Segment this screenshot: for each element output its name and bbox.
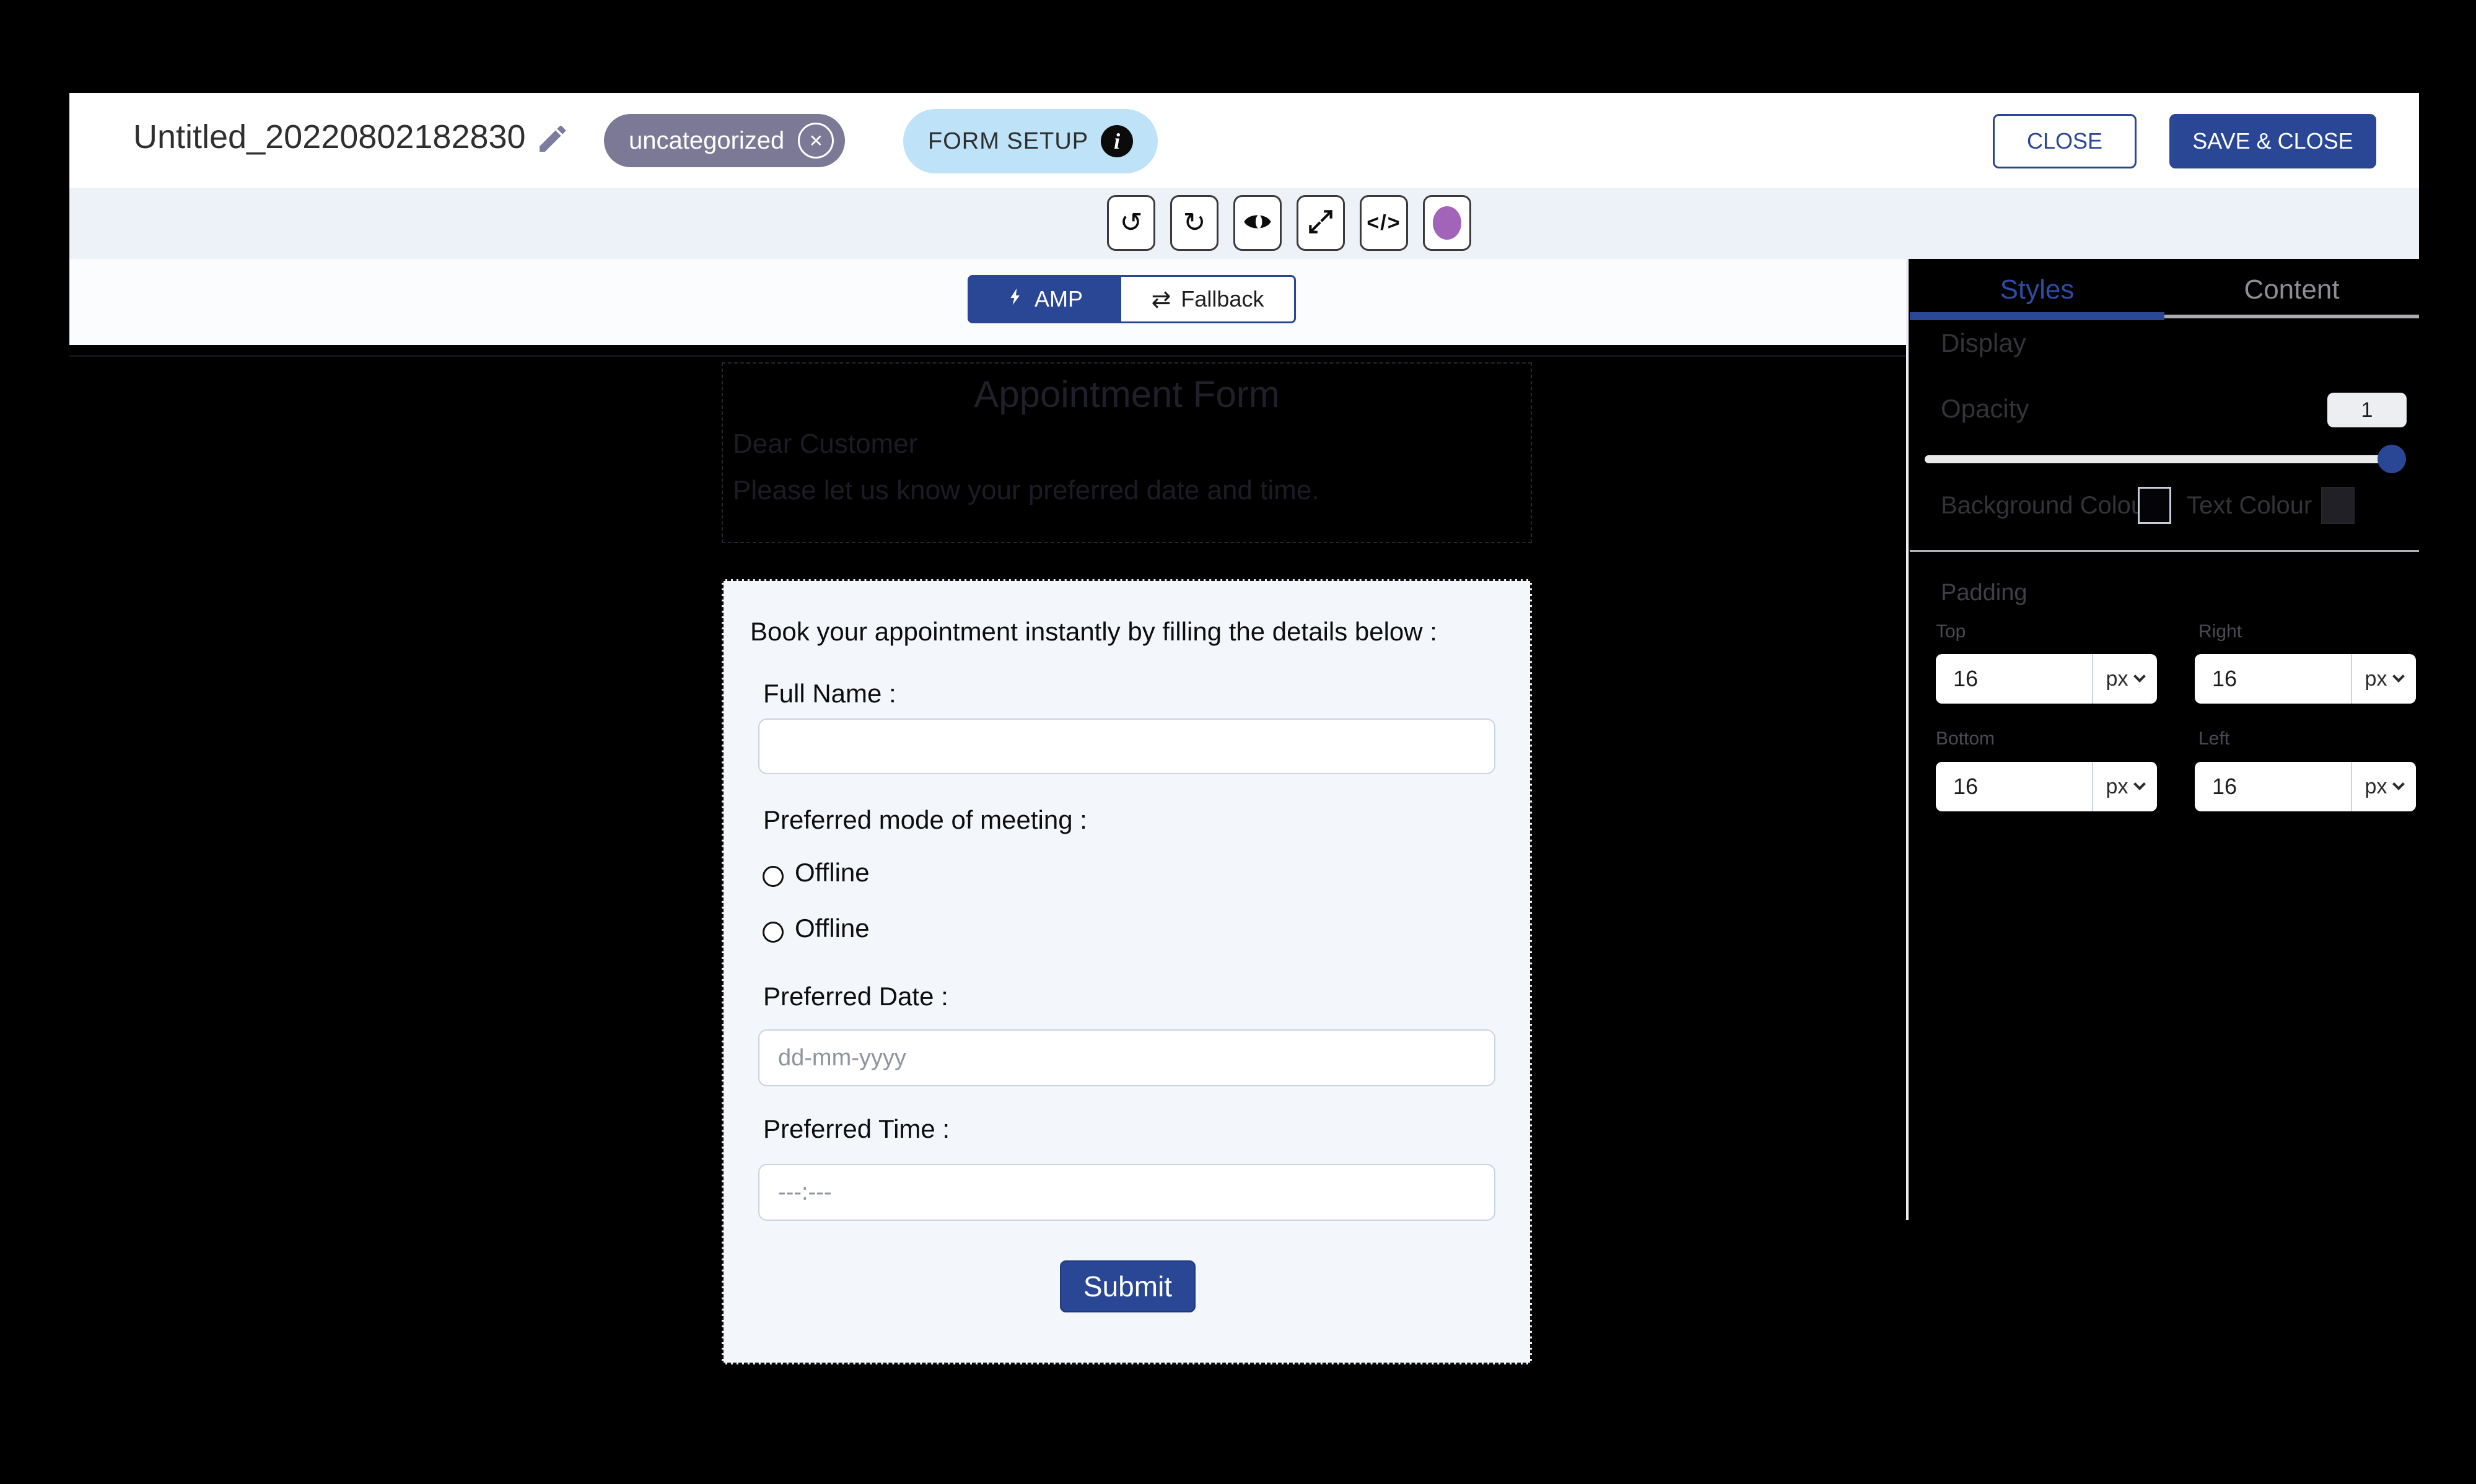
amp-fallback-toggle: AMP ⇄ Fallback xyxy=(968,275,1296,323)
preferred-date-label: Preferred Date : xyxy=(763,982,948,1011)
save-and-close-button[interactable]: SAVE & CLOSE xyxy=(2169,114,2376,168)
display-heading: Display xyxy=(1941,328,2026,358)
contrast-eye-icon xyxy=(1241,206,1274,241)
padding-right-field[interactable]: 16 px xyxy=(2195,654,2416,704)
preferred-time-label: Preferred Time : xyxy=(763,1114,950,1144)
mode-switch-row: AMP ⇄ Fallback xyxy=(69,259,1906,345)
padding-bottom-unit-dropdown[interactable]: px xyxy=(2092,762,2157,811)
canvas-top-border xyxy=(69,355,1906,357)
expand-arrows-icon xyxy=(1305,206,1336,240)
inactive-tab-underline xyxy=(2164,315,2419,318)
radio-offline-1-label: Offline xyxy=(795,858,870,888)
undo-button[interactable]: ↺ xyxy=(1107,195,1155,251)
info-icon: i xyxy=(1101,125,1133,157)
opacity-slider-knob[interactable] xyxy=(2378,445,2406,473)
padding-top-field[interactable]: 16 px xyxy=(1936,654,2157,704)
preview-contrast-button[interactable] xyxy=(1233,195,1282,251)
tab-fallback[interactable]: ⇄ Fallback xyxy=(1121,275,1296,323)
edit-title-icon[interactable] xyxy=(535,121,570,156)
padding-left-unit-dropdown[interactable]: px xyxy=(2351,762,2416,811)
padding-left-label: Left xyxy=(2198,728,2229,749)
email-subtext: Please let us know your preferred date a… xyxy=(733,475,1319,506)
app-window: Untitled_20220802182830 uncategorized ✕ … xyxy=(0,0,2476,1484)
amp-tab-label: AMP xyxy=(1035,286,1083,312)
theme-color-button[interactable] xyxy=(1423,195,1471,251)
opacity-value-box[interactable]: 1 xyxy=(2327,393,2407,427)
padding-right-value[interactable]: 16 xyxy=(2195,666,2351,692)
padding-left-field[interactable]: 16 px xyxy=(2195,762,2416,811)
background-colour-swatch[interactable] xyxy=(2138,487,2171,524)
document-title: Untitled_20220802182830 xyxy=(133,118,526,156)
view-code-button[interactable]: </> xyxy=(1360,195,1408,251)
category-tag-label: uncategorized xyxy=(629,127,784,155)
unit-label: px xyxy=(2365,775,2387,799)
undo-icon: ↺ xyxy=(1120,209,1143,237)
submit-button[interactable]: Submit xyxy=(1060,1260,1196,1312)
email-greeting: Dear Customer xyxy=(733,429,917,460)
panel-divider xyxy=(1906,259,1909,1220)
unit-label: px xyxy=(2106,775,2128,799)
full-name-input[interactable] xyxy=(758,718,1495,774)
editor-toolbar: ↺ ↻ </> xyxy=(69,188,2419,259)
padding-right-unit-dropdown[interactable]: px xyxy=(2351,654,2416,704)
code-icon: </> xyxy=(1367,211,1401,235)
color-swatch-icon xyxy=(1433,206,1461,240)
form-setup-label: FORM SETUP xyxy=(928,128,1088,155)
form-setup-button[interactable]: FORM SETUP i xyxy=(903,109,1158,173)
fullscreen-button[interactable] xyxy=(1297,195,1345,251)
opacity-slider-track[interactable] xyxy=(1925,455,2405,463)
swap-arrows-icon: ⇄ xyxy=(1152,286,1171,313)
redo-icon: ↻ xyxy=(1183,209,1206,237)
preferred-date-input[interactable] xyxy=(758,1029,1495,1086)
unit-label: px xyxy=(2365,667,2387,691)
opacity-label: Opacity xyxy=(1941,394,2029,424)
tab-styles[interactable]: Styles xyxy=(1910,265,2164,315)
selected-form-block[interactable]: Book your appointment instantly by filli… xyxy=(722,579,1532,1364)
text-colour-label: Text Colour xyxy=(2187,492,2312,520)
tab-content[interactable]: Content xyxy=(2164,265,2419,315)
form-intro-text: Book your appointment instantly by filli… xyxy=(750,617,1437,647)
padding-bottom-field[interactable]: 16 px xyxy=(1936,762,2157,811)
padding-right-label: Right xyxy=(2198,621,2242,642)
padding-bottom-value[interactable]: 16 xyxy=(1936,774,2092,800)
radio-offline-1[interactable] xyxy=(763,866,784,887)
padding-bottom-label: Bottom xyxy=(1936,728,1995,749)
radio-offline-2-label: Offline xyxy=(795,914,870,943)
active-tab-underline xyxy=(1910,312,2164,320)
header-bar: Untitled_20220802182830 uncategorized ✕ … xyxy=(69,93,2419,188)
tab-amp[interactable]: AMP xyxy=(968,275,1121,323)
email-header-block-dimmed[interactable]: Appointment Form Dear Customer Please le… xyxy=(722,362,1532,543)
chevron-down-icon xyxy=(2393,670,2405,683)
chevron-down-icon xyxy=(2393,778,2405,790)
padding-top-value[interactable]: 16 xyxy=(1936,666,2092,692)
text-colour-swatch[interactable] xyxy=(2321,487,2355,524)
padding-top-unit-dropdown[interactable]: px xyxy=(2092,654,2157,704)
category-tag[interactable]: uncategorized ✕ xyxy=(604,114,845,167)
redo-button[interactable]: ↻ xyxy=(1170,195,1218,251)
full-name-label: Full Name : xyxy=(763,679,896,709)
preferred-time-input[interactable] xyxy=(758,1164,1495,1221)
fallback-tab-label: Fallback xyxy=(1181,286,1264,312)
lightning-icon xyxy=(1006,284,1026,315)
style-settings-panel: Styles Content Display Opacity 1 Backgro… xyxy=(1910,259,2419,1220)
meeting-mode-label: Preferred mode of meeting : xyxy=(763,805,1087,835)
padding-left-value[interactable]: 16 xyxy=(2195,774,2351,800)
email-title: Appointment Form xyxy=(723,373,1531,416)
padding-top-label: Top xyxy=(1936,621,1966,642)
unit-label: px xyxy=(2106,667,2128,691)
remove-tag-icon[interactable]: ✕ xyxy=(798,123,834,159)
section-divider xyxy=(1910,550,2419,552)
background-colour-label: Background Colour xyxy=(1941,492,2153,520)
radio-offline-2[interactable] xyxy=(763,922,784,943)
chevron-down-icon xyxy=(2134,778,2146,790)
close-button[interactable]: CLOSE xyxy=(1993,114,2137,168)
chevron-down-icon xyxy=(2134,670,2146,683)
padding-heading: Padding xyxy=(1941,580,2027,606)
